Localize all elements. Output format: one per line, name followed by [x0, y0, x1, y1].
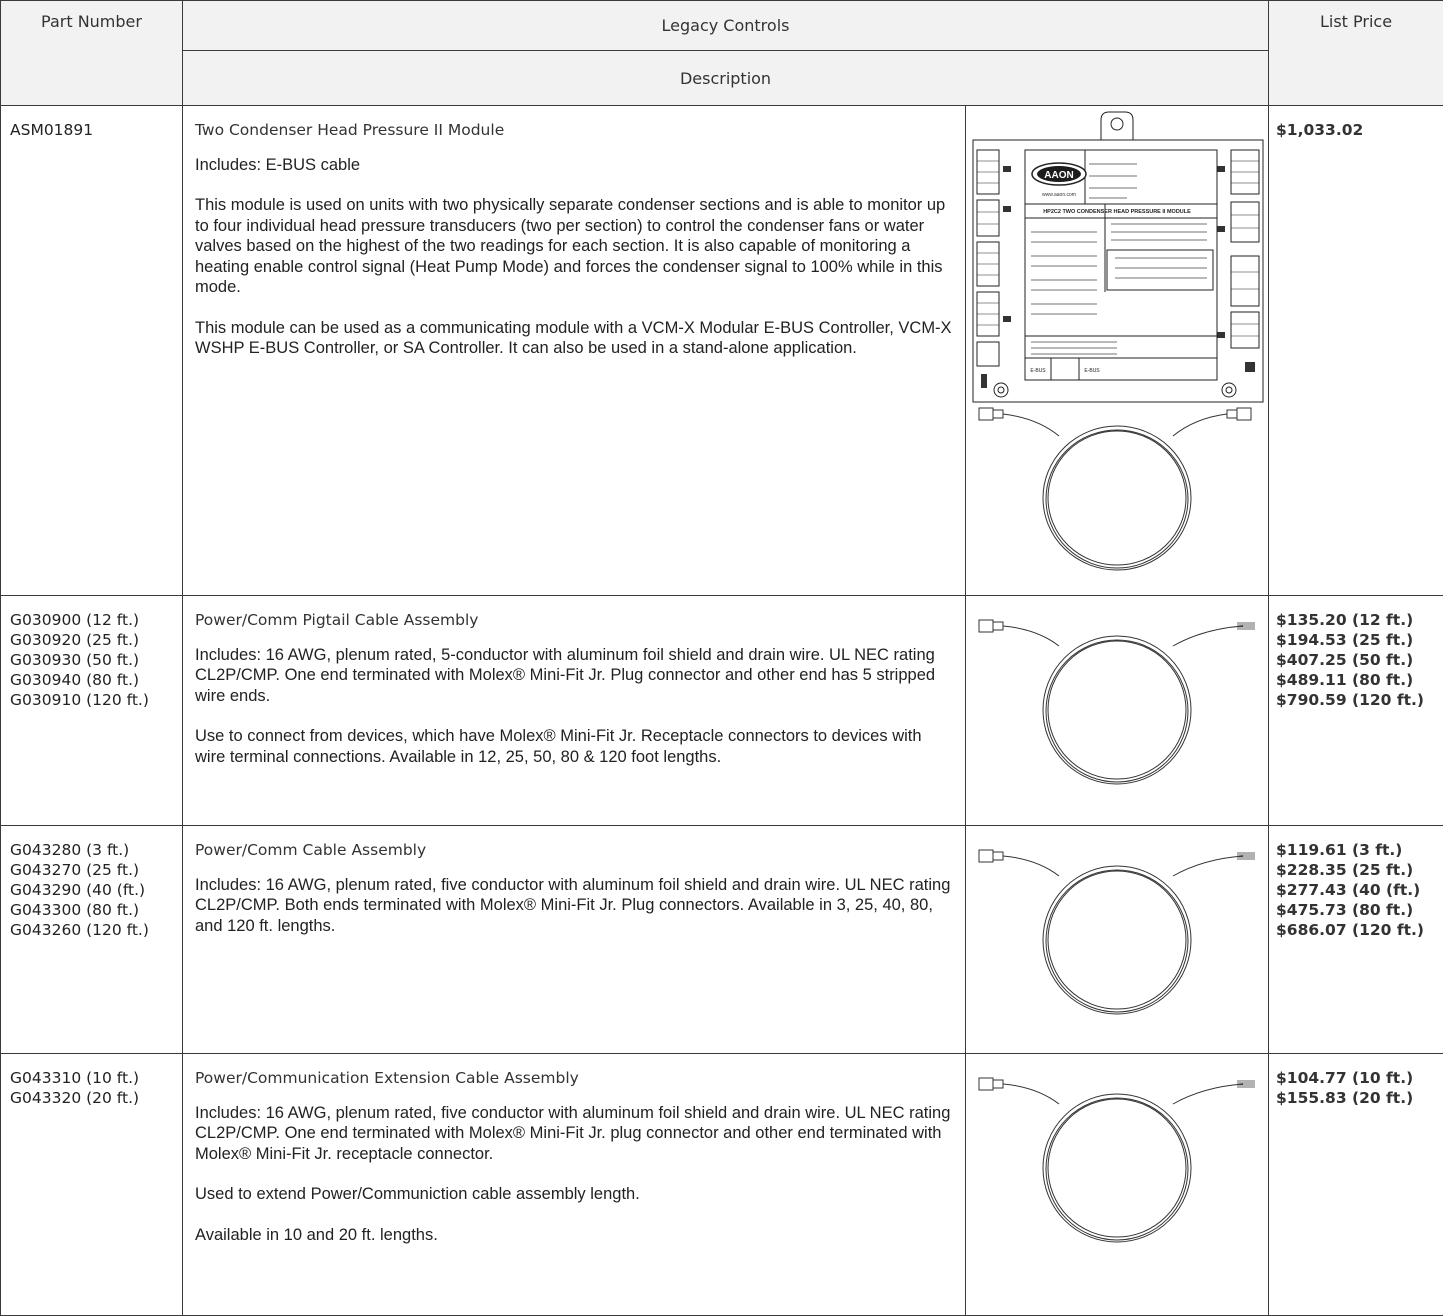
- price: $407.25 (50 ft.): [1276, 650, 1439, 670]
- product-image-cell: [966, 596, 1269, 826]
- ebus-cable-drawing: [979, 408, 1251, 570]
- price: $686.07 (120 ft.): [1276, 920, 1439, 940]
- ebus-port-left: E-BUS: [1030, 368, 1046, 374]
- part-number-cell: G043280 (3 ft.) G043270 (25 ft.) G043290…: [1, 826, 183, 1054]
- part-number: G043260 (120 ft.): [10, 920, 176, 940]
- part-number: G043320 (20 ft.): [10, 1088, 176, 1108]
- includes-text: Includes: E-BUS cable: [195, 155, 953, 176]
- part-number: G030920 (25 ft.): [10, 630, 176, 650]
- part-number: G043290 (40 (ft.): [10, 880, 176, 900]
- product-title: Power/Comm Cable Assembly: [195, 840, 953, 861]
- part-number: G030930 (50 ft.): [10, 650, 176, 670]
- price: $489.11 (80 ft.): [1276, 670, 1439, 690]
- price: $475.73 (80 ft.): [1276, 900, 1439, 920]
- price-table: Part Number Legacy Controls List Price D…: [0, 0, 1443, 1316]
- price: $194.53 (25 ft.): [1276, 630, 1439, 650]
- module-title: HP2C2 TWO CONDENSER HEAD PRESSURE II MOD…: [1043, 209, 1191, 215]
- part-number: G030900 (12 ft.): [10, 610, 176, 630]
- table-row: ASM01891 Two Condenser Head Pressure II …: [1, 106, 1443, 596]
- description-paragraph: This module can be used as a communicati…: [195, 318, 953, 359]
- ebus-port-right: E-BUS: [1084, 368, 1100, 374]
- part-number-cell: G043310 (10 ft.) G043320 (20 ft.): [1, 1054, 183, 1316]
- description-paragraph: Available in 10 and 20 ft. lengths.: [195, 1225, 953, 1246]
- includes-text: Includes: 16 AWG, plenum rated, 5-conduc…: [195, 645, 953, 707]
- price: $790.59 (120 ft.): [1276, 690, 1439, 710]
- table-row: G030900 (12 ft.) G030920 (25 ft.) G03093…: [1, 596, 1443, 826]
- module-and-cable-image: AAON www.aaon.com HP2C2 TWO CONDENSER HE…: [967, 106, 1267, 594]
- part-number-cell: G030900 (12 ft.) G030920 (25 ft.) G03093…: [1, 596, 183, 826]
- part-number: G030910 (120 ft.): [10, 690, 176, 710]
- product-image-cell: [966, 1054, 1269, 1316]
- description-header: Description: [183, 51, 1269, 106]
- pigtail-cable-image: [967, 596, 1267, 824]
- subheader-row: Description: [1, 51, 1443, 106]
- control-module-drawing: [973, 112, 1263, 402]
- part-number-cell: ASM01891: [1, 106, 183, 596]
- price: $277.43 (40 (ft.): [1276, 880, 1439, 900]
- price-cell: $119.61 (3 ft.) $228.35 (25 ft.) $277.43…: [1269, 826, 1443, 1054]
- comm-cable-image: [967, 826, 1267, 1052]
- price-cell: $135.20 (12 ft.) $194.53 (25 ft.) $407.2…: [1269, 596, 1443, 826]
- legacy-controls-header: Legacy Controls: [183, 1, 1269, 51]
- price-cell: $1,033.02: [1269, 106, 1443, 596]
- description-cell: Power/Communication Extension Cable Asse…: [183, 1054, 966, 1316]
- description-paragraph: Use to connect from devices, which have …: [195, 726, 953, 767]
- product-image-cell: [966, 826, 1269, 1054]
- includes-text: Includes: 16 AWG, plenum rated, five con…: [195, 875, 953, 937]
- description-paragraph: This module is used on units with two ph…: [195, 195, 953, 298]
- price: $119.61 (3 ft.): [1276, 840, 1439, 860]
- part-number: G043310 (10 ft.): [10, 1068, 176, 1088]
- aaon-logo: AAON: [1044, 170, 1073, 181]
- product-image-cell: AAON www.aaon.com HP2C2 TWO CONDENSER HE…: [966, 106, 1269, 596]
- part-number: G043300 (80 ft.): [10, 900, 176, 920]
- includes-text: Includes: 16 AWG, plenum rated, five con…: [195, 1103, 953, 1165]
- table-row: G043310 (10 ft.) G043320 (20 ft.) Power/…: [1, 1054, 1443, 1316]
- price-cell: $104.77 (10 ft.) $155.83 (20 ft.): [1269, 1054, 1443, 1316]
- product-title: Power/Comm Pigtail Cable Assembly: [195, 610, 953, 631]
- price: $104.77 (10 ft.): [1276, 1068, 1439, 1088]
- price: $135.20 (12 ft.): [1276, 610, 1439, 630]
- list-price-header: List Price: [1269, 1, 1443, 106]
- table-row: G043280 (3 ft.) G043270 (25 ft.) G043290…: [1, 826, 1443, 1054]
- description-cell: Power/Comm Pigtail Cable Assembly Includ…: [183, 596, 966, 826]
- part-number: ASM01891: [10, 120, 176, 140]
- description-paragraph: Used to extend Power/Communiction cable …: [195, 1184, 953, 1205]
- part-number: G043280 (3 ft.): [10, 840, 176, 860]
- extension-cable-image: [967, 1054, 1267, 1294]
- description-cell: Power/Comm Cable Assembly Includes: 16 A…: [183, 826, 966, 1054]
- part-number: G043270 (25 ft.): [10, 860, 176, 880]
- product-title: Two Condenser Head Pressure II Module: [195, 120, 953, 141]
- price: $228.35 (25 ft.): [1276, 860, 1439, 880]
- product-title: Power/Communication Extension Cable Asse…: [195, 1068, 953, 1089]
- header-row: Part Number Legacy Controls List Price: [1, 1, 1443, 51]
- price: $1,033.02: [1276, 120, 1439, 140]
- part-number-header: Part Number: [1, 1, 183, 106]
- price: $155.83 (20 ft.): [1276, 1088, 1439, 1108]
- part-number: G030940 (80 ft.): [10, 670, 176, 690]
- module-web: www.aaon.com: [1042, 192, 1076, 198]
- description-cell: Two Condenser Head Pressure II Module In…: [183, 106, 966, 596]
